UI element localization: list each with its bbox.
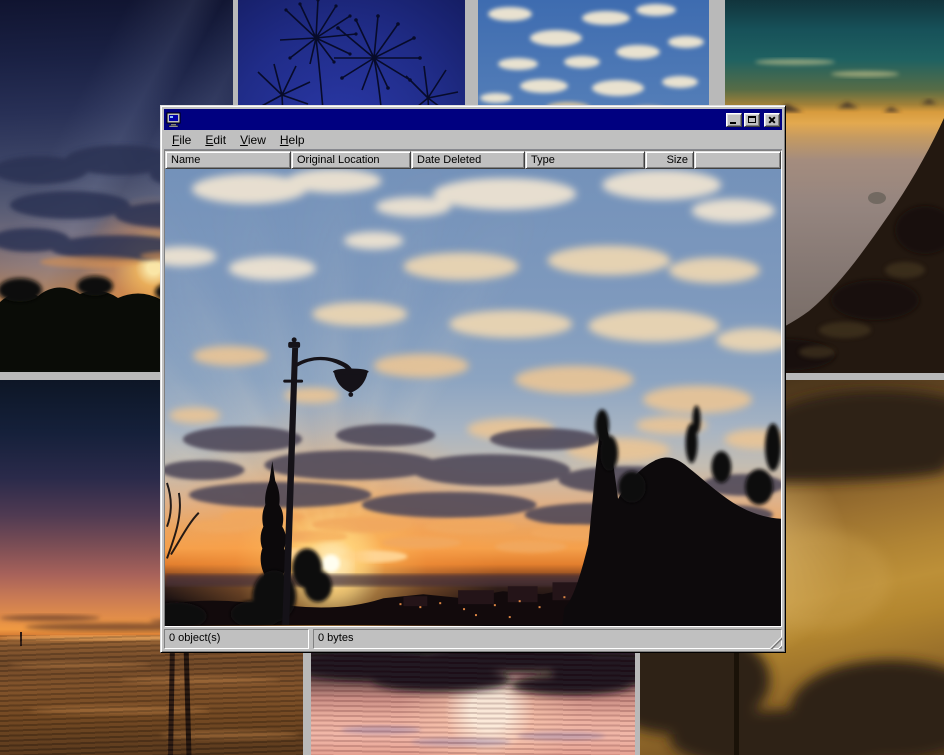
reflection-ripples-overlay — [311, 650, 635, 755]
sunset-scene — [165, 169, 781, 625]
column-header-size[interactable]: Size — [645, 151, 694, 169]
status-byte-count: 0 bytes — [313, 629, 782, 649]
menu-file[interactable]: File — [165, 131, 198, 149]
file-list-view: Name Original Location Date Deleted Type… — [164, 150, 782, 627]
water-ripples-overlay — [0, 635, 303, 755]
column-header-date-deleted[interactable]: Date Deleted — [411, 151, 525, 169]
column-header-blank[interactable] — [694, 151, 781, 169]
recycle-bin-window: File Edit View Help Name Original Locati… — [160, 105, 786, 653]
menu-bar: File Edit View Help — [164, 130, 782, 150]
column-header-name[interactable]: Name — [165, 151, 291, 169]
menu-view[interactable]: View — [233, 131, 273, 149]
minimize-button[interactable] — [726, 113, 742, 127]
maximize-icon — [748, 116, 756, 123]
menu-help[interactable]: Help — [273, 131, 312, 149]
computer-icon — [166, 112, 182, 127]
window-controls — [726, 113, 780, 127]
column-header-row: Name Original Location Date Deleted Type… — [165, 151, 781, 169]
status-object-count: 0 object(s) — [164, 629, 309, 649]
column-header-original-location[interactable]: Original Location — [291, 151, 411, 169]
title-bar[interactable] — [164, 109, 782, 130]
list-client-area-sunset-photo[interactable] — [165, 169, 781, 626]
maximize-button[interactable] — [744, 113, 760, 127]
close-button[interactable] — [764, 113, 780, 127]
status-bar: 0 object(s) 0 bytes — [164, 629, 782, 649]
menu-edit[interactable]: Edit — [198, 131, 233, 149]
column-header-type[interactable]: Type — [525, 151, 645, 169]
minimize-icon — [730, 122, 736, 124]
